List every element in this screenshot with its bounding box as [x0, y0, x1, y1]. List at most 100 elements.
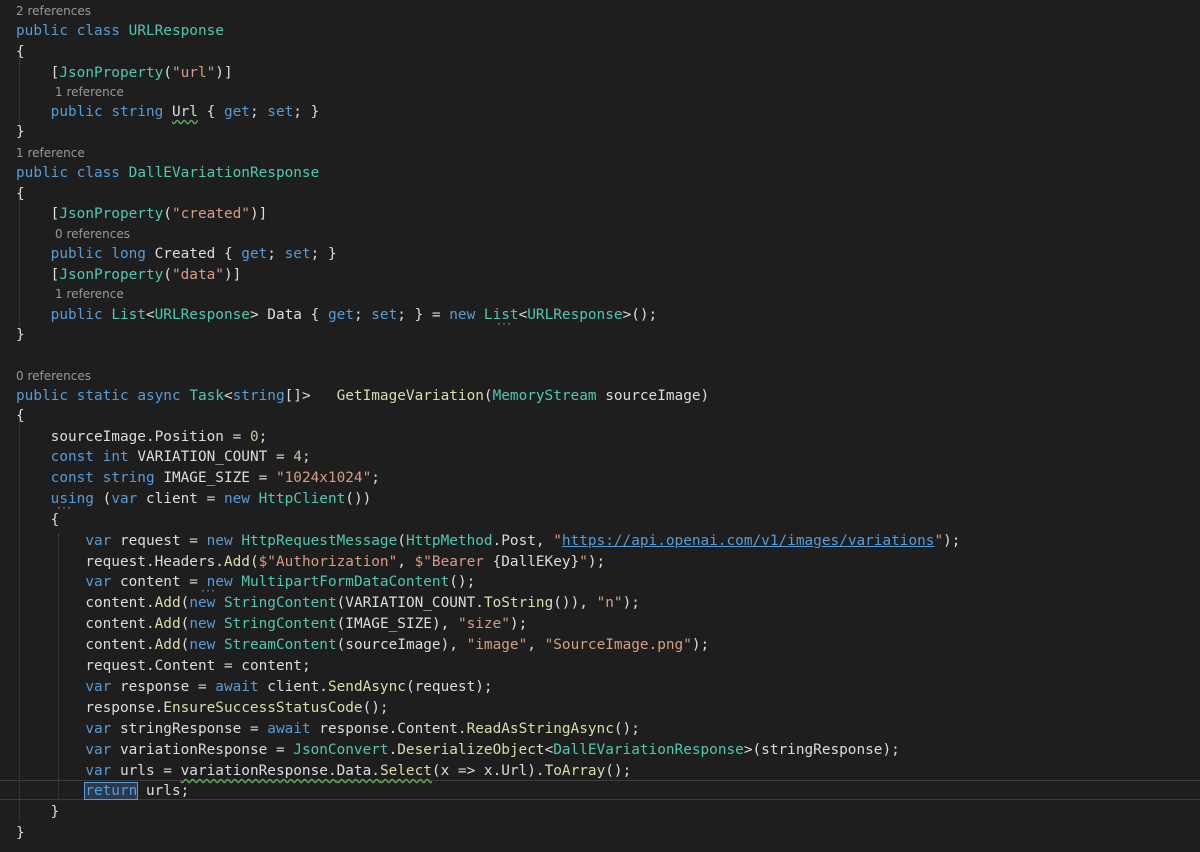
code-line[interactable]: public List<URLResponse> Data { get; set… [16, 305, 658, 325]
identifier: urls [145, 783, 181, 799]
code-line[interactable]: var request = new HttpRequestMessage(Htt… [16, 531, 960, 551]
code-line[interactable]: public class URLResponse [16, 21, 224, 41]
keyword: class [76, 165, 120, 181]
code-line[interactable]: content.Add(new StringContent(IMAGE_SIZE… [16, 614, 527, 634]
code-line[interactable]: var variationResponse = JsonConvert.Dese… [16, 740, 899, 760]
code-line[interactable]: public string Url { get; set; } [16, 102, 320, 122]
code-line[interactable]: const int VARIATION_COUNT = 4; [16, 447, 311, 467]
identifier: stringResponse [761, 742, 883, 758]
code-line[interactable]: public static async Task<string[]> GetIm… [16, 386, 709, 406]
code-line[interactable]: { [16, 184, 25, 204]
string-literal: "1024x1024" [275, 470, 372, 486]
identifier: VARIATION_COUNT [345, 595, 476, 611]
string-literal: " [934, 533, 944, 549]
string-literal: "created" [171, 206, 250, 222]
keyword: public [50, 246, 103, 262]
code-line[interactable]: } [16, 802, 60, 822]
keyword: var [85, 574, 112, 590]
keyword: set [284, 246, 311, 262]
identifier: variationResponse.Data.Select [180, 763, 432, 779]
parameter: sourceImage [605, 388, 701, 404]
keyword: new [449, 307, 476, 323]
type-name: URLResponse [154, 307, 250, 323]
codelens-references[interactable]: 1 reference [55, 286, 124, 302]
identifier: urls [119, 763, 155, 779]
codelens-references[interactable]: 0 references [16, 368, 91, 384]
keyword: new [189, 616, 216, 632]
code-line[interactable]: const string IMAGE_SIZE = "1024x1024"; [16, 468, 380, 488]
type-name: StreamContent [223, 637, 337, 653]
method-name: GetImageVariation [336, 388, 484, 404]
number-literal: 4 [293, 449, 302, 465]
keyword: set [371, 307, 398, 323]
identifier: content [119, 574, 181, 590]
type-name: JsonProperty [59, 206, 164, 222]
identifier: IMAGE_SIZE [345, 616, 432, 632]
codelens-references[interactable]: 1 reference [16, 145, 85, 161]
code-line[interactable]: { [16, 510, 60, 530]
type-name: HttpMethod [405, 533, 493, 549]
method-name: Add [223, 554, 250, 570]
code-line[interactable]: [JsonProperty("url")] [16, 63, 233, 83]
type-name: JsonProperty [59, 65, 164, 81]
identifier: x [440, 763, 450, 779]
string-literal: "url" [171, 65, 216, 81]
keyword: new [189, 637, 216, 653]
method-name: ToArray [544, 763, 606, 779]
type-name: List [111, 307, 146, 323]
string-literal: " [579, 554, 588, 570]
identifier: Headers [154, 554, 216, 570]
identifier: client [267, 679, 320, 695]
identifier: Position [154, 429, 224, 445]
keyword: string [102, 470, 155, 486]
keyword: long [111, 246, 146, 262]
code-line[interactable]: var content = new MultipartFormDataConte… [16, 572, 475, 592]
code-line[interactable]: public class DallEVariationResponse [16, 163, 319, 183]
code-line[interactable]: var stringResponse = await response.Cont… [16, 719, 640, 739]
keyword: public [50, 307, 103, 323]
code-line[interactable]: } [16, 325, 25, 345]
code-line[interactable]: } [16, 823, 25, 843]
code-line[interactable]: [JsonProperty("created")] [16, 204, 268, 224]
string-literal: "image" [466, 637, 528, 653]
code-line[interactable]: { [16, 42, 25, 62]
code-line[interactable]: return urls; [16, 781, 189, 801]
type-name: StringContent [223, 616, 337, 632]
code-line[interactable]: response.EnsureSuccessStatusCode(); [16, 698, 388, 718]
identifier: variationResponse [119, 742, 268, 758]
method-name: Add [154, 616, 181, 632]
codelens-references[interactable]: 2 references [16, 3, 91, 19]
code-line[interactable]: var response = await client.SendAsync(re… [16, 677, 492, 697]
identifier: Content [397, 721, 458, 737]
code-line[interactable]: sourceImage.Position = 0; [16, 427, 268, 447]
url-link[interactable]: https://api.openai.com/v1/images/variati… [562, 533, 935, 549]
keyword: set [267, 104, 294, 120]
codelens-references[interactable]: 1 reference [55, 84, 124, 100]
keyword: get [241, 246, 268, 262]
keyword: get [223, 104, 250, 120]
code-line[interactable]: request.Content = content; [16, 656, 310, 676]
keyword: class [76, 23, 120, 39]
code-line[interactable]: [JsonProperty("data")] [16, 265, 242, 285]
identifier: sourceImage [50, 429, 146, 445]
code-line[interactable]: request.Headers.Add($"Authorization", $"… [16, 552, 605, 572]
identifier: Content [154, 658, 216, 674]
method-name: ToString [483, 595, 554, 611]
string-literal: "SourceImage.png" [544, 637, 692, 653]
method-name: DeserializeObject [397, 742, 545, 758]
code-line[interactable]: } [16, 122, 25, 142]
code-editor[interactable]: 2 references 1 reference 1 reference 0 r… [0, 0, 1200, 852]
code-line[interactable]: public long Created { get; set; } [16, 244, 337, 264]
keyword: static [76, 388, 129, 404]
code-line[interactable]: content.Add(new StreamContent(sourceImag… [16, 635, 709, 655]
code-line[interactable]: var urls = variationResponse.Data.Select… [16, 761, 631, 781]
identifier: response [119, 679, 190, 695]
keyword: int [102, 449, 129, 465]
identifier: request [85, 658, 146, 674]
code-line[interactable]: { [16, 406, 25, 426]
codelens-references[interactable]: 0 references [55, 226, 130, 242]
keyword: public [16, 23, 68, 39]
keyword: string [111, 104, 164, 120]
string-literal: $"Authorization" [258, 554, 398, 570]
code-line[interactable]: content.Add(new StringContent(VARIATION_… [16, 593, 640, 613]
